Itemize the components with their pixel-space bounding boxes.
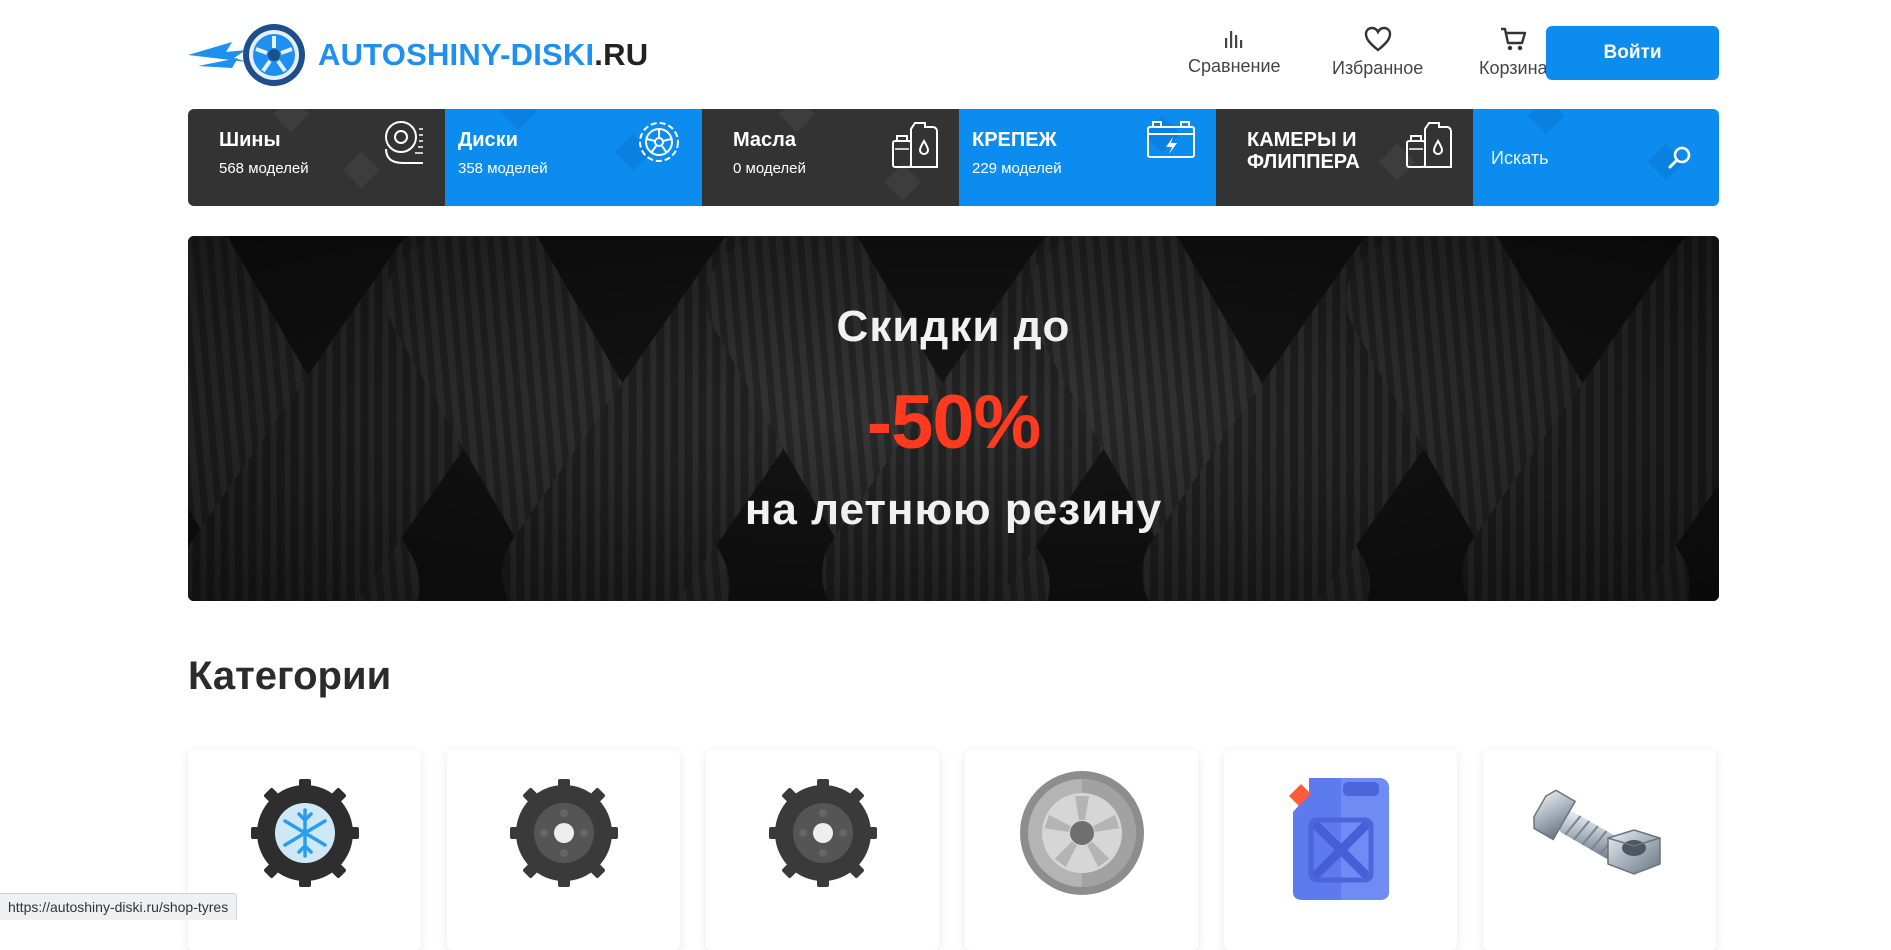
- categories-title: Категории: [188, 654, 392, 698]
- bolt-nut-icon: [1532, 789, 1661, 875]
- catbar-item-name: Диски: [458, 129, 518, 151]
- category-bar: Шины 568 моделей Диски 358 моделей Масла…: [188, 109, 1719, 206]
- category-card-summer-tyres[interactable]: [447, 750, 680, 950]
- login-button[interactable]: Войти: [1546, 26, 1719, 80]
- promo-banner[interactable]: Скидки до -50% на летнюю резину: [188, 236, 1719, 601]
- catbar-item-name: КРЕПЕЖ: [972, 129, 1057, 151]
- catbar-item-rims[interactable]: Диски 358 моделей: [445, 109, 702, 206]
- compare-chart-icon: [1225, 31, 1243, 48]
- logo-tld-text: .RU: [594, 37, 649, 72]
- heart-icon: [1364, 26, 1391, 52]
- category-card-oils[interactable]: [1224, 750, 1457, 950]
- category-card-winter-tyres[interactable]: [188, 750, 421, 950]
- search-icon[interactable]: [1667, 145, 1693, 171]
- catbar-item-count: 358 моделей: [458, 160, 548, 177]
- favorites-label: Избранное: [1332, 58, 1424, 78]
- banner-discount: -50%: [866, 380, 1041, 465]
- cart-label: Корзина: [1479, 58, 1548, 78]
- favorites-link[interactable]: Избранное: [1332, 26, 1423, 79]
- logo-main-text: AUTOSHINY-DISKI: [318, 37, 595, 72]
- banner-line-3: на летнюю резину: [744, 485, 1163, 534]
- catbar-item-tyres[interactable]: Шины 568 моделей: [188, 109, 445, 206]
- cart-icon: [1501, 27, 1527, 51]
- tyre-icon: [768, 779, 877, 887]
- category-cards: [188, 750, 1719, 950]
- rim-icon: [639, 122, 679, 162]
- decor-diamond: [342, 151, 380, 189]
- banner-line-1: Скидки до: [836, 302, 1071, 351]
- catbar-item-name: Шины: [219, 129, 281, 151]
- cart-link[interactable]: Корзина: [1479, 26, 1548, 79]
- catbar-item-count: 568 моделей: [219, 160, 309, 177]
- catbar-item-fasteners[interactable]: КРЕПЕЖ 229 моделей: [959, 109, 1216, 206]
- winter-tyre-icon: [250, 779, 359, 887]
- decor-diamond: [884, 163, 922, 201]
- tyre-icon: [509, 779, 618, 887]
- category-card-allseason-tyres[interactable]: [706, 750, 939, 950]
- wheel-logo-icon: [188, 24, 305, 86]
- site-logo[interactable]: AUTOSHINY-DISKI.RU: [188, 22, 648, 88]
- logo-text: AUTOSHINY-DISKI.RU: [318, 37, 648, 73]
- category-card-wheels[interactable]: [965, 750, 1198, 950]
- jerrycan-icon: [1288, 778, 1389, 900]
- decor-diamond: [499, 109, 537, 131]
- catbar-item-oils[interactable]: Масла 0 моделей: [702, 109, 959, 206]
- compare-link[interactable]: Сравнение: [1188, 26, 1281, 77]
- search-input[interactable]: Искать: [1491, 148, 1548, 169]
- oil-canister-icon: [1406, 122, 1452, 168]
- catbar-item-count: 0 моделей: [733, 160, 806, 177]
- battery-icon: [1147, 121, 1195, 158]
- compare-label: Сравнение: [1188, 56, 1281, 76]
- alloy-wheel-icon: [1019, 771, 1144, 895]
- oil-canister-icon: [892, 122, 938, 168]
- catbar-item-count: 229 моделей: [972, 160, 1062, 177]
- tyre-icon: [385, 121, 423, 164]
- search-box[interactable]: Искать: [1473, 109, 1719, 206]
- category-card-fasteners[interactable]: [1483, 750, 1716, 950]
- browser-status-url: https://autoshiny-diski.ru/shop-tyres: [0, 893, 238, 920]
- site-header: AUTOSHINY-DISKI.RU Сравнение Избранное К…: [188, 0, 1719, 108]
- catbar-item-name: Масла: [733, 129, 796, 151]
- decor-diamond: [1527, 109, 1565, 135]
- catbar-item-tubes[interactable]: КАМЕРЫ И ФЛИППЕРА: [1216, 109, 1473, 206]
